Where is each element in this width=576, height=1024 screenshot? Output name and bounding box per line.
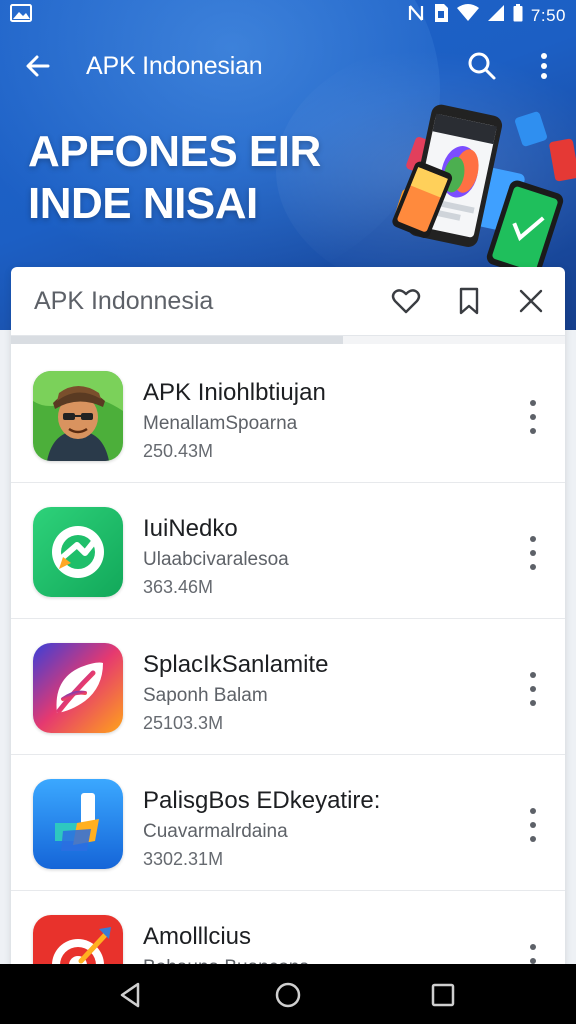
battery-icon: [513, 4, 523, 27]
green-refresh-icon: [33, 507, 123, 597]
wifi-icon: [456, 4, 479, 27]
app-list: APK Iniohlbtiujan MenallamSpoarna 250.43…: [11, 347, 565, 1007]
list-item[interactable]: PalisgBos EDkeyatire: Cuavarmalrdaina 33…: [11, 755, 565, 891]
back-triangle-icon[interactable]: [116, 980, 146, 1010]
card-header: APK Indonnesia: [11, 267, 565, 336]
close-icon[interactable]: [516, 286, 546, 316]
recents-square-icon[interactable]: [428, 980, 458, 1010]
app-developer: Saponh Balam: [143, 685, 268, 706]
app-list-card: APK Indonnesia APK Iniohlbtiujan Menalla…: [11, 267, 565, 1007]
sim-icon: [433, 3, 449, 28]
hero-headline-line1: APFONES EIR: [28, 127, 321, 176]
bookmark-icon[interactable]: [454, 286, 484, 316]
home-circle-icon[interactable]: [273, 980, 303, 1010]
gradient-leaf-icon: [33, 643, 123, 733]
more-options-icon[interactable]: [521, 667, 545, 711]
more-options-icon[interactable]: [521, 531, 545, 575]
app-size: 363.46M: [143, 577, 214, 597]
app-developer: MenallamSpoarna: [143, 413, 298, 434]
more-options-icon[interactable]: [521, 803, 545, 847]
more-options-icon[interactable]: [521, 395, 545, 439]
progress-bar: [11, 336, 565, 344]
app-size: 250.43M: [143, 441, 214, 461]
heart-icon[interactable]: [391, 286, 421, 316]
app-name: Amolllcius: [143, 923, 252, 950]
game-character-icon: [33, 371, 123, 461]
more-vert-icon[interactable]: [532, 50, 556, 82]
blue-shapes-icon: [33, 779, 123, 869]
search-icon[interactable]: [466, 50, 498, 82]
gallery-icon: [10, 4, 32, 27]
back-arrow-icon[interactable]: [22, 50, 54, 82]
progress-fill: [11, 336, 344, 344]
app-size: 25103.3M: [143, 713, 224, 733]
system-nav-bar: [0, 964, 576, 1024]
status-bar: 7:50: [0, 0, 576, 28]
app-name: APK Iniohlbtiujan: [143, 379, 326, 406]
app-size: 3302.31M: [143, 849, 224, 869]
app-name: PalisgBos EDkeyatire:: [143, 787, 381, 814]
app-bar-title: APK Indonesian: [86, 52, 263, 80]
nfc-icon: [407, 4, 425, 27]
signal-icon: [487, 4, 505, 27]
phones-illustration: [380, 100, 576, 278]
clock: 7:50: [530, 5, 566, 25]
app-bar: APK Indonesian: [0, 38, 576, 94]
list-item[interactable]: APK Iniohlbtiujan MenallamSpoarna 250.43…: [11, 347, 565, 483]
card-title: APK Indonnesia: [34, 287, 214, 315]
app-developer: Ulaabcivaralesoa: [143, 549, 289, 570]
list-item[interactable]: SplacIkSanlamite Saponh Balam 25103.3M: [11, 619, 565, 755]
hero-headline: APFONES EIR INDE NISAI: [28, 126, 321, 230]
list-item[interactable]: IuiNedko Ulaabcivaralesoa 363.46M: [11, 483, 565, 619]
hero-headline-line2: INDE NISAI: [28, 179, 258, 228]
app-name: SplacIkSanlamite: [143, 651, 329, 678]
app-developer: Cuavarmalrdaina: [143, 821, 288, 842]
app-name: IuiNedko: [143, 515, 238, 542]
